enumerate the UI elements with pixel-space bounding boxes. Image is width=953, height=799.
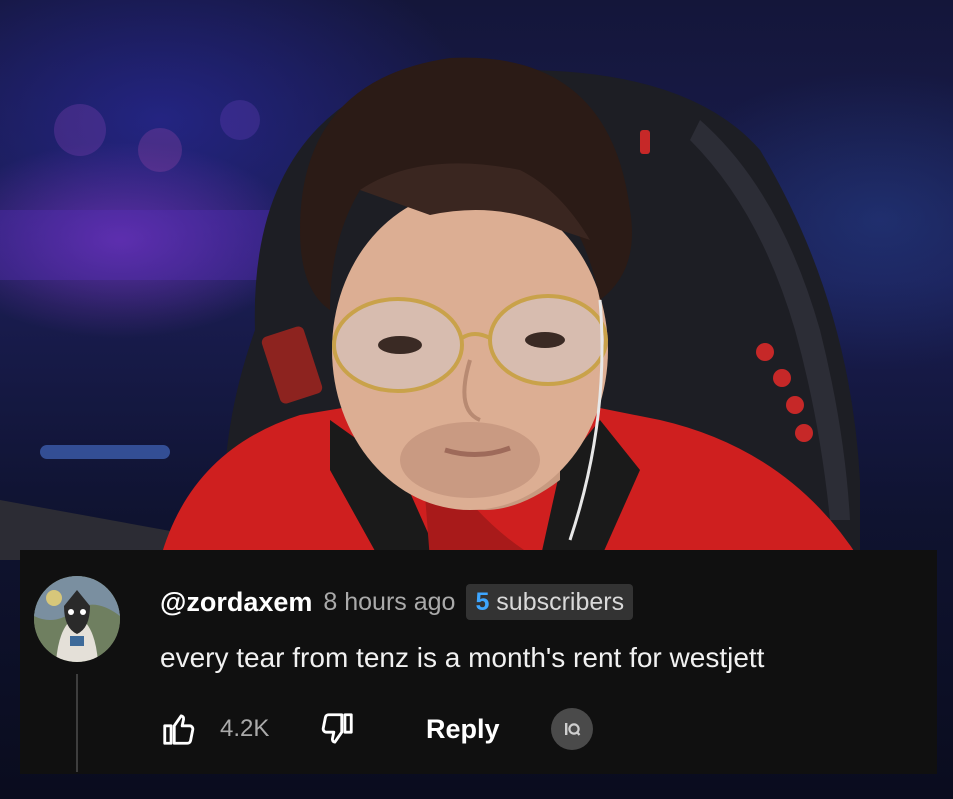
comment-text: every tear from tenz is a month's rent f… [160,642,765,673]
subscriber-badge: 5 subscribers [466,584,634,620]
dislike-button[interactable] [318,708,356,750]
subscriber-count: 5 [475,588,490,616]
comment-author[interactable]: @zordaxem [160,587,312,618]
extension-button[interactable] [551,708,593,750]
comment-card: @zordaxem 8 hours ago 5 subscribers ever… [20,550,937,774]
like-button[interactable] [160,708,198,750]
thumbs-up-icon [163,714,195,745]
comment-timestamp[interactable]: 8 hours ago [323,588,455,617]
avatar-icon [34,576,120,662]
reply-button[interactable]: Reply [426,708,500,750]
like-count: 4.2K [220,715,270,742]
subscriber-label: subscribers [496,588,625,616]
thumbs-down-icon [321,713,353,744]
iq-icon [565,723,581,736]
comment-actions: 4.2K Reply [160,708,620,750]
comment-meta: @zordaxem 8 hours ago 5 subscribers [160,584,634,620]
user-avatar[interactable] [34,576,120,662]
thread-line [76,674,78,772]
